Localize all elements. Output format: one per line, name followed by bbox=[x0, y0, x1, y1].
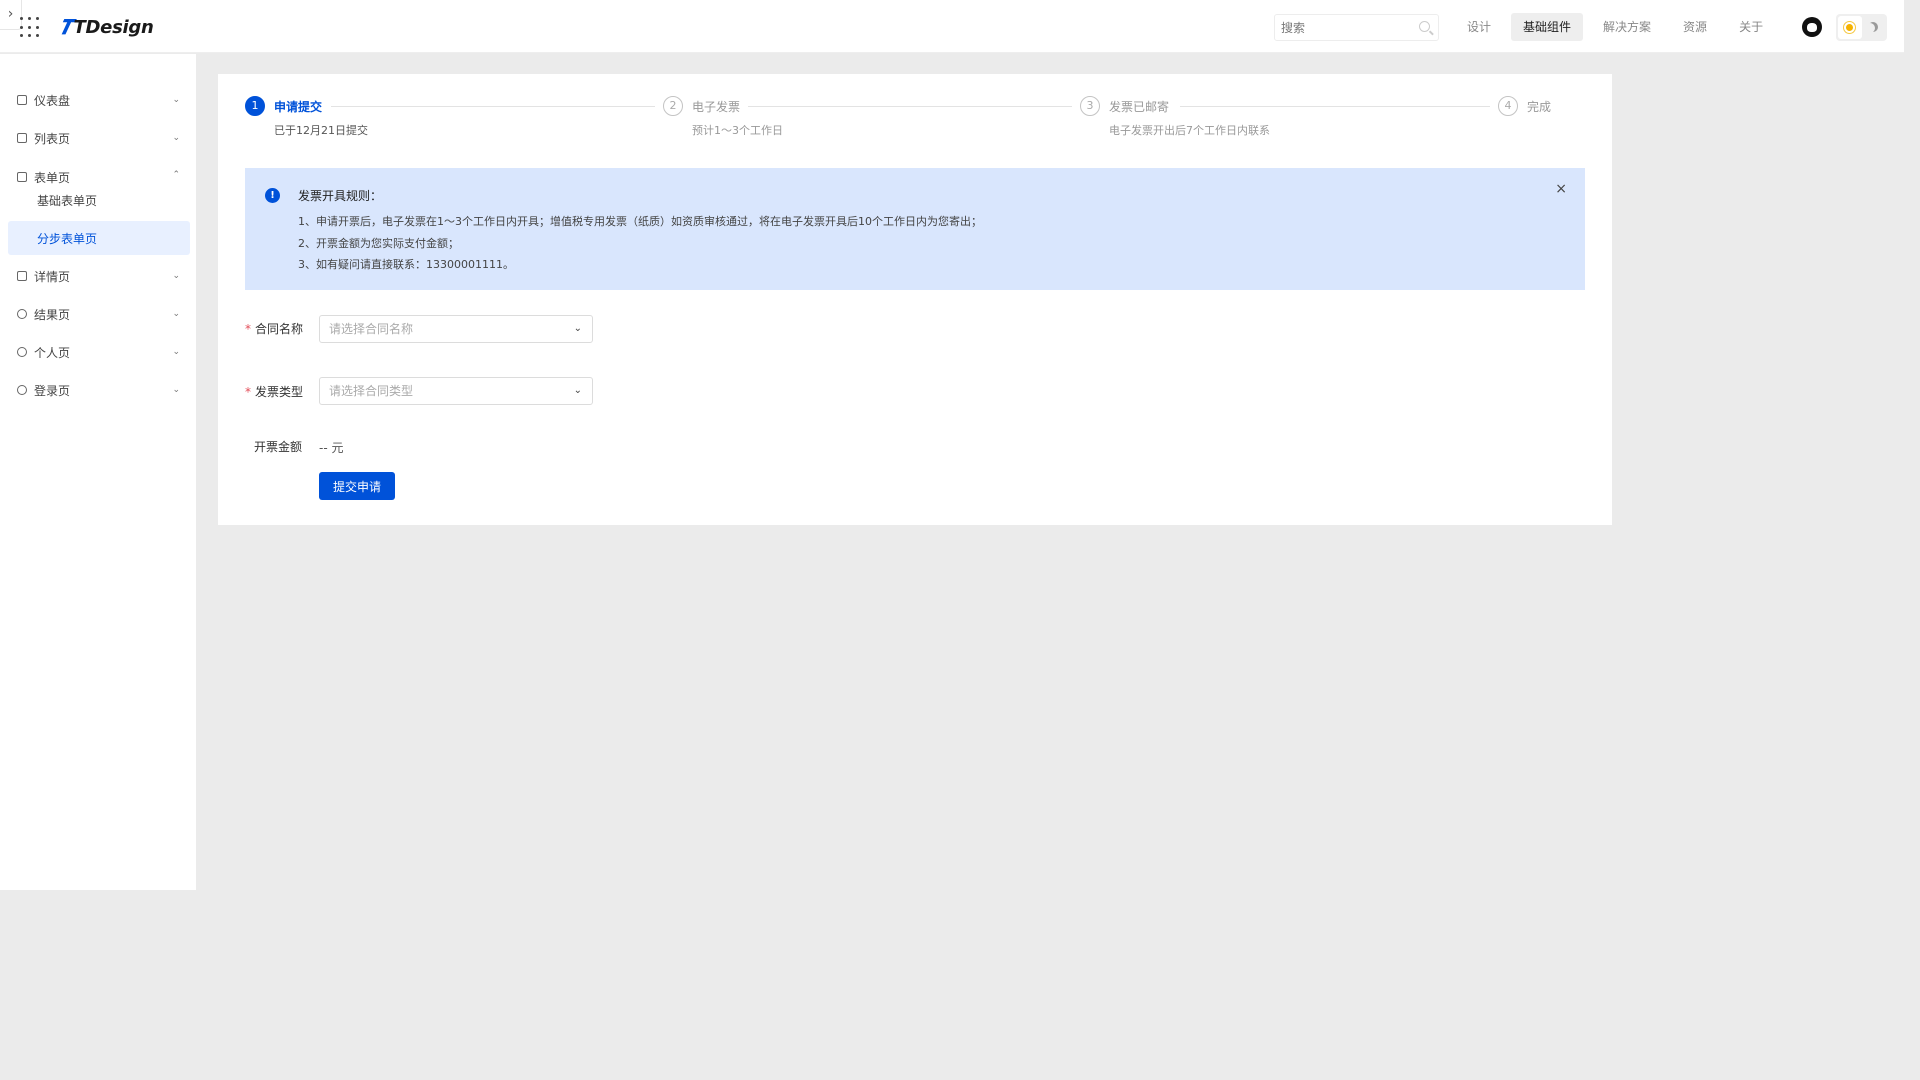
search-input[interactable] bbox=[1275, 15, 1410, 40]
dashboard-icon bbox=[17, 95, 27, 105]
top-header: › 𝑻 TDesign 设计 基础组件 解决方案 资源 关于 bbox=[0, 0, 1904, 53]
contract-name-label: * 合同名称 bbox=[245, 320, 303, 337]
github-icon[interactable] bbox=[1802, 17, 1822, 37]
chevron-down-icon: ⌄ bbox=[573, 323, 582, 334]
tdesign-logo[interactable]: 𝑻 TDesign bbox=[60, 13, 154, 41]
chevron-down-icon: ⌄ bbox=[172, 133, 180, 143]
nav-solutions[interactable]: 解决方案 bbox=[1591, 13, 1663, 41]
chevron-down-icon: ⌄ bbox=[172, 385, 180, 395]
step-number: 2 bbox=[663, 96, 683, 116]
sidebar-item-list[interactable]: 列表页 ⌄ bbox=[8, 122, 190, 154]
required-mark: * bbox=[245, 322, 251, 336]
alert-line: 2、开票金额为您实际支付金额； bbox=[298, 237, 459, 250]
check-circle-icon bbox=[17, 309, 27, 319]
list-icon bbox=[17, 133, 27, 143]
sidebar-subitem-step-form[interactable]: 分步表单页 bbox=[8, 221, 190, 255]
sidebar-item-label: 详情页 bbox=[34, 269, 71, 284]
search-box[interactable] bbox=[1274, 14, 1439, 41]
user-circle-icon bbox=[17, 347, 27, 357]
submit-button[interactable]: 提交申请 bbox=[319, 472, 395, 500]
logo-text: TDesign bbox=[73, 16, 154, 38]
step-number: 4 bbox=[1498, 96, 1518, 116]
nav-resources[interactable]: 资源 bbox=[1671, 13, 1719, 41]
contract-name-select[interactable]: 请选择合同名称 ⌄ bbox=[319, 315, 593, 343]
alert-line: 1、申请开票后，电子发票在1～3个工作日内开具；增值税专用发票（纸质）如资质审核… bbox=[298, 215, 982, 228]
invoice-type-label: * 发票类型 bbox=[245, 383, 303, 400]
sidebar-item-detail[interactable]: 详情页 ⌄ bbox=[8, 260, 190, 292]
nav-design[interactable]: 设计 bbox=[1455, 13, 1503, 41]
step-desc: 预计1～3个工作日 bbox=[692, 124, 783, 137]
close-icon[interactable]: × bbox=[1555, 181, 1567, 197]
step-form-card: 1 申请提交 已于12月21日提交 2 电子发票 预计1～3个工作日 3 发票已… bbox=[218, 74, 1612, 525]
step-desc: 电子发票开出后7个工作日内联系 bbox=[1109, 124, 1270, 137]
info-icon: ! bbox=[265, 188, 280, 203]
logo-mark-icon: 𝑻 bbox=[60, 15, 72, 39]
invoice-rules-alert: ! 发票开具规则： 1、申请开票后，电子发票在1～3个工作日内开具；增值税专用发… bbox=[245, 168, 1585, 290]
apps-grid-icon[interactable] bbox=[20, 17, 42, 39]
step-divider bbox=[748, 106, 1072, 107]
step-number: 1 bbox=[245, 96, 265, 116]
sidebar-item-login[interactable]: 登录页 ⌄ bbox=[8, 374, 190, 406]
nav-about[interactable]: 关于 bbox=[1727, 13, 1775, 41]
alert-title: 发票开具规则： bbox=[298, 189, 383, 203]
invoice-type-placeholder: 请选择合同类型 bbox=[329, 384, 414, 398]
chevron-down-icon: ⌄ bbox=[172, 95, 180, 105]
sun-icon[interactable] bbox=[1838, 16, 1862, 39]
step-4: 4 完成 bbox=[1498, 96, 1578, 140]
step-number: 3 bbox=[1080, 96, 1100, 116]
step-divider bbox=[1180, 106, 1490, 107]
login-icon bbox=[17, 385, 27, 395]
chevron-down-icon: ⌄ bbox=[172, 271, 180, 281]
amount-label: 开票金额 bbox=[254, 440, 303, 454]
top-nav: 设计 基础组件 解决方案 资源 关于 bbox=[1455, 13, 1783, 41]
required-mark: * bbox=[245, 385, 251, 399]
step-3: 3 发票已邮寄 电子发票开出后7个工作日内联系 bbox=[1080, 96, 1280, 140]
step-1: 1 申请提交 已于12月21日提交 bbox=[245, 96, 368, 140]
step-2: 2 电子发票 预计1～3个工作日 bbox=[663, 96, 783, 140]
chevron-down-icon: ⌄ bbox=[172, 347, 180, 357]
step-desc: 已于12月21日提交 bbox=[274, 124, 368, 137]
step-title: 电子发票 bbox=[692, 100, 741, 114]
contract-label-text: 合同名称 bbox=[255, 322, 304, 336]
invoice-type-select[interactable]: 请选择合同类型 ⌄ bbox=[319, 377, 593, 405]
sidebar-item-label: 列表页 bbox=[34, 131, 71, 146]
amount-value: -- 元 bbox=[319, 441, 344, 455]
chevron-down-icon: ⌄ bbox=[172, 309, 180, 319]
sidebar-subitem-basic-form[interactable]: 基础表单页 bbox=[8, 183, 190, 217]
step-title: 申请提交 bbox=[274, 100, 323, 114]
alert-line: 3、如有疑问请直接联系：13300001111。 bbox=[298, 258, 514, 271]
moon-icon[interactable] bbox=[1862, 16, 1884, 39]
sidebar-item-dashboard[interactable]: 仪表盘 ⌄ bbox=[8, 84, 190, 116]
detail-icon bbox=[17, 271, 27, 281]
chevron-down-icon: ⌄ bbox=[573, 385, 582, 396]
chevron-up-icon: ⌃ bbox=[172, 170, 180, 180]
sidebar: 仪表盘 ⌄ 列表页 ⌄ 表单页 ⌃ 基础表单页 分步表单页 详情页 ⌄ 结果页 … bbox=[0, 54, 196, 890]
nav-components[interactable]: 基础组件 bbox=[1511, 13, 1584, 41]
sidebar-item-result[interactable]: 结果页 ⌄ bbox=[8, 298, 190, 330]
step-divider bbox=[331, 106, 655, 107]
theme-switch[interactable] bbox=[1836, 14, 1887, 41]
invoice-type-label-text: 发票类型 bbox=[255, 385, 304, 399]
step-title: 完成 bbox=[1527, 100, 1552, 114]
search-icon[interactable] bbox=[1419, 21, 1430, 32]
sidebar-item-personal[interactable]: 个人页 ⌄ bbox=[8, 336, 190, 368]
edit-icon bbox=[17, 172, 27, 182]
sidebar-item-label: 结果页 bbox=[34, 307, 71, 322]
sidebar-item-label: 个人页 bbox=[34, 345, 71, 360]
sidebar-item-label: 登录页 bbox=[34, 383, 71, 398]
step-title: 发票已邮寄 bbox=[1109, 100, 1170, 114]
contract-select-placeholder: 请选择合同名称 bbox=[329, 322, 414, 336]
expand-sidebar-button[interactable]: › bbox=[0, 0, 22, 30]
sidebar-item-label: 仪表盘 bbox=[34, 93, 71, 108]
